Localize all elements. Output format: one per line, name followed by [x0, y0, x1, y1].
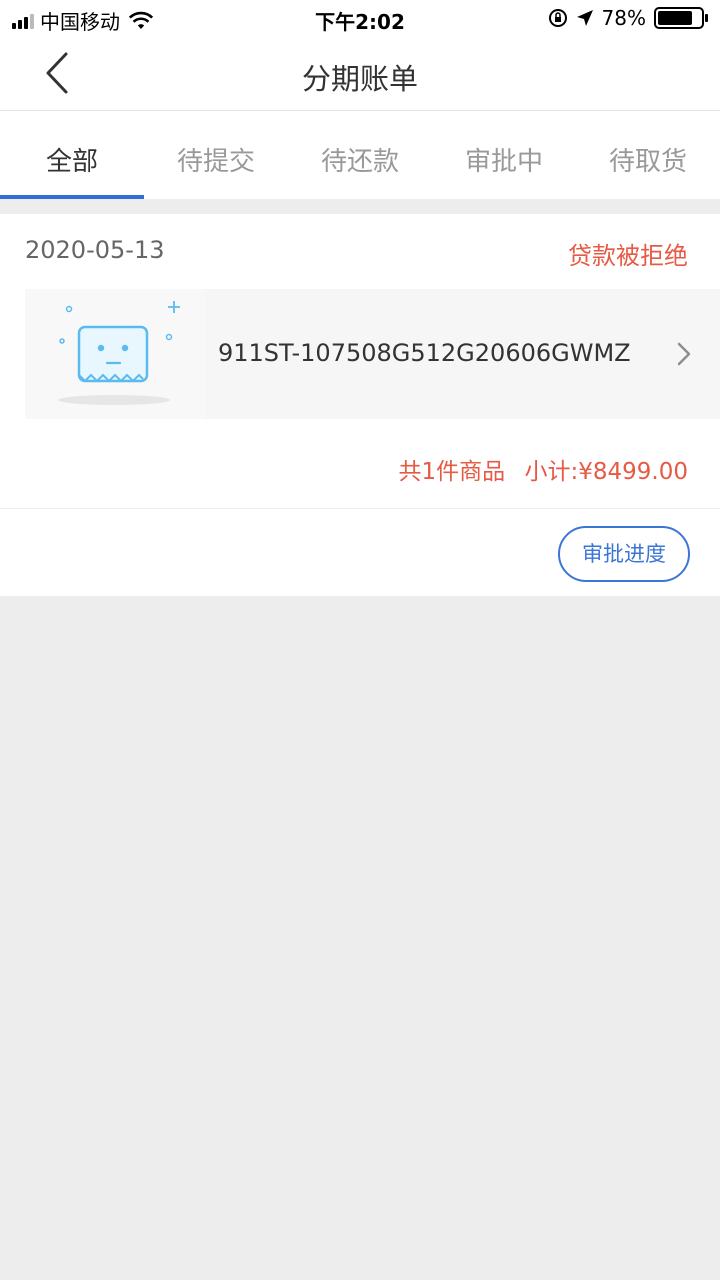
- placeholder-image-icon: [58, 301, 180, 405]
- battery-icon: [654, 7, 708, 29]
- subtotal: 小计:¥8499.00: [524, 459, 689, 485]
- order-card: 2020-05-13 贷款被拒绝 911ST-107508G512G20606G…: [0, 214, 720, 596]
- order-item-row[interactable]: 911ST-107508G512G20606GWMZ: [25, 289, 720, 419]
- rotation-lock-icon: [548, 9, 567, 27]
- order-status: 贷款被拒绝: [568, 242, 688, 270]
- divider: [0, 508, 720, 509]
- item-thumbnail: [25, 289, 205, 419]
- location-arrow-icon: [576, 10, 593, 26]
- order-header: 2020-05-13 贷款被拒绝: [0, 214, 720, 289]
- battery-percent: 78%: [601, 6, 646, 30]
- item-count: 共1件商品: [398, 459, 506, 485]
- order-date: 2020-05-13: [25, 236, 165, 264]
- tab-pending-pickup[interactable]: 待取货: [576, 111, 720, 199]
- page-title: 分期账单: [301, 62, 418, 96]
- approval-progress-button[interactable]: 审批进度: [558, 526, 690, 582]
- chevron-right-icon: [677, 342, 691, 366]
- tab-in-review[interactable]: 审批中: [432, 111, 576, 199]
- tab-pending-submit[interactable]: 待提交: [144, 111, 288, 199]
- item-name: 911ST-107508G512G20606GWMZ: [218, 339, 631, 367]
- status-tabs: 全部 待提交 待还款 审批中 待取货: [0, 111, 720, 199]
- order-summary: 共1件商品 小计:¥8499.00: [399, 452, 688, 486]
- tab-pending-repay[interactable]: 待还款: [288, 111, 432, 199]
- nav-bar: 分期账单: [0, 36, 720, 111]
- status-bar: 中国移动 下午2:02 78%: [0, 0, 720, 36]
- tab-all[interactable]: 全部: [0, 111, 144, 199]
